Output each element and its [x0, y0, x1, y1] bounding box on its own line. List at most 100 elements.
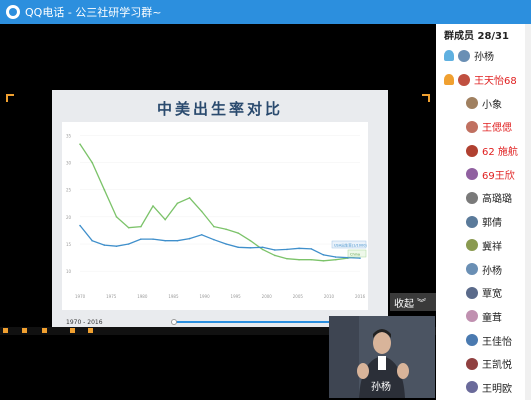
double-chevron-down-icon: ︾: [417, 298, 427, 309]
legend-label-china: China: [350, 253, 360, 257]
avatar: [466, 168, 478, 181]
member-scrollbar[interactable]: [525, 24, 531, 400]
member-row[interactable]: 孙杨: [436, 257, 531, 281]
member-name: 小象: [482, 99, 502, 111]
member-row[interactable]: 高璐璐: [436, 186, 531, 210]
member-name: 童茸: [482, 312, 502, 324]
x-tick-label: 2016: [355, 294, 366, 299]
data-point: [359, 257, 361, 259]
data-point: [164, 218, 167, 221]
slide-title: 中美出生率对比: [156, 100, 283, 118]
x-tick-label: 2010: [324, 294, 335, 299]
data-point: [200, 233, 203, 236]
data-point: [176, 202, 179, 205]
toolbar-icon[interactable]: [70, 328, 75, 333]
avatar: [466, 239, 478, 252]
avatar: [466, 144, 478, 157]
member-name: 郭倩: [482, 218, 502, 230]
avatar: [466, 381, 478, 394]
avatar: [466, 191, 478, 204]
avatar: [466, 97, 478, 110]
data-point: [164, 239, 167, 242]
data-point: [273, 254, 276, 257]
data-point: [140, 225, 142, 228]
member-name: 孙杨: [482, 265, 502, 277]
data-point: [261, 246, 264, 249]
x-tick-label: 1995: [231, 294, 242, 299]
x-tick-label: 2000: [262, 294, 273, 299]
qq-logo-icon: [6, 5, 20, 19]
member-row[interactable]: 69王欣: [436, 162, 531, 186]
y-tick-label: 25: [66, 188, 72, 193]
data-point: [176, 239, 179, 242]
y-tick-label: 10: [66, 269, 72, 274]
app-name: QQ电话: [25, 6, 65, 19]
shared-slide: 中美出生率对比 35 30 25 20 15 10 1970 1975 1980 1985 1990…: [52, 90, 388, 328]
toolbar-icon[interactable]: [3, 328, 8, 333]
member-row[interactable]: 小象: [436, 91, 531, 115]
collapse-label: 收起: [394, 298, 414, 310]
data-point: [152, 205, 154, 207]
birth-rate-chart: 35 30 25 20 15 10 1970 1975 1980 1985 1990 1995 2000…: [66, 133, 367, 299]
series-line-china: [79, 143, 361, 262]
data-point: [115, 216, 118, 218]
member-row[interactable]: 62 施航: [436, 139, 531, 163]
member-row[interactable]: 郭倩: [436, 210, 531, 234]
data-point: [200, 210, 203, 213]
data-point: [140, 238, 142, 240]
series-line-usa: [79, 225, 361, 259]
member-row[interactable]: 冀祥: [436, 234, 531, 258]
chart-area: 35 30 25 20 15 10 1970 1975 1980 1985 1990 1995 2000…: [62, 122, 368, 310]
avatar: [458, 73, 470, 86]
x-tick-label: 1980: [137, 294, 148, 299]
avatar: [466, 286, 478, 299]
data-point: [322, 254, 325, 256]
toolbar-icon[interactable]: [88, 328, 93, 333]
progress-handle[interactable]: [170, 319, 177, 325]
time-range: 1970 - 2016: [66, 318, 103, 326]
avatar: [466, 120, 478, 133]
data-point: [127, 243, 130, 245]
x-tick-label: 1970: [75, 294, 86, 299]
member-name: 69王欣: [482, 170, 515, 182]
data-point: [91, 161, 93, 164]
data-point: [103, 244, 106, 246]
data-point: [322, 260, 325, 262]
speaker-name: 孙杨: [371, 382, 391, 393]
data-point: [79, 224, 81, 227]
avatar: [466, 215, 478, 228]
data-point: [79, 143, 81, 145]
member-row[interactable]: 王天怡68: [436, 68, 531, 92]
speaker-video[interactable]: 孙杨: [329, 316, 435, 398]
avatar: [466, 357, 478, 370]
member-row[interactable]: 童茸: [436, 305, 531, 329]
member-row[interactable]: 孙杨: [436, 44, 531, 68]
member-row[interactable]: 王明欧: [436, 376, 531, 400]
toolbar-icon[interactable]: [22, 328, 27, 333]
data-point: [298, 247, 300, 250]
data-point: [213, 238, 215, 241]
data-point: [225, 243, 227, 245]
data-point: [334, 258, 337, 261]
member-name: 王佳怡: [482, 336, 512, 348]
data-point: [225, 228, 227, 231]
member-name: 王天怡68: [474, 76, 517, 88]
member-name: 覃宽: [482, 289, 502, 301]
toolbar-icon[interactable]: [42, 328, 47, 333]
data-point: [310, 248, 313, 250]
member-row[interactable]: 覃宽: [436, 281, 531, 305]
x-tick-label: 1990: [199, 294, 210, 299]
collapse-button[interactable]: 收起 ︾: [390, 293, 436, 311]
member-row[interactable]: 王凯悦: [436, 352, 531, 376]
data-point: [237, 232, 240, 234]
member-row[interactable]: 王佳怡: [436, 328, 531, 352]
data-point: [91, 239, 93, 242]
data-point: [310, 258, 313, 261]
member-name: 高璐璐: [482, 194, 512, 206]
member-row[interactable]: 王偲偲: [436, 115, 531, 139]
member-count: 群成员 28/31: [444, 30, 509, 42]
data-point: [152, 238, 154, 240]
data-point: [286, 257, 288, 260]
member-panel: 群成员 28/31 孙杨 王天怡68 小象 王偲偲 62 施航 69王欣 高璐璐 郭倩 冀祥 孙杨…: [436, 24, 531, 400]
title-bar: QQ电话 - 公三社研学习群~: [0, 0, 531, 24]
